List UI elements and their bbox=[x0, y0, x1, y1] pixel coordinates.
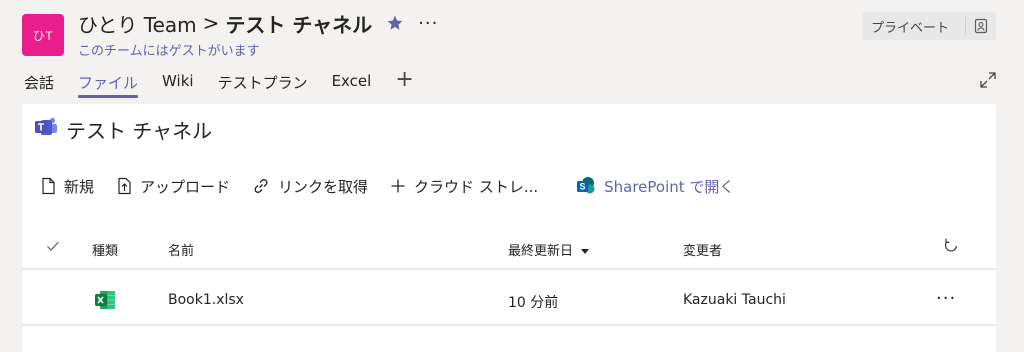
column-type[interactable]: 種類 bbox=[92, 240, 118, 259]
privacy-label: プライベート bbox=[871, 20, 950, 36]
tab-excel[interactable]: Excel bbox=[332, 68, 372, 100]
header-divider bbox=[22, 268, 996, 270]
plus-icon bbox=[391, 179, 405, 193]
expand-icon[interactable] bbox=[978, 70, 998, 90]
column-modified[interactable]: 最終更新日 bbox=[508, 240, 590, 259]
row-divider bbox=[22, 324, 996, 326]
select-all-checkmark-icon[interactable] bbox=[46, 239, 60, 257]
svg-text:S: S bbox=[580, 182, 586, 192]
link-icon bbox=[254, 179, 268, 193]
tab-test-plan[interactable]: テストプラン bbox=[218, 68, 308, 100]
channel-more-button[interactable]: ··· bbox=[418, 13, 438, 34]
favorite-star-icon[interactable] bbox=[386, 14, 404, 32]
privacy-button[interactable]: プライベート bbox=[862, 12, 996, 40]
excel-icon bbox=[94, 289, 116, 315]
table-row[interactable]: Book1.xlsx 10 分前 Kazuaki Tauchi ··· bbox=[22, 280, 996, 324]
files-title-text: テスト チャネル bbox=[66, 118, 213, 143]
sort-down-icon bbox=[581, 249, 590, 254]
tab-files[interactable]: ファイル bbox=[78, 68, 139, 100]
open-in-sharepoint-label: SharePoint で開く bbox=[604, 177, 735, 196]
file-name[interactable]: Book1.xlsx bbox=[168, 292, 244, 308]
team-avatar[interactable]: ひT bbox=[22, 14, 64, 56]
get-link-button[interactable]: リンクを取得 bbox=[252, 176, 368, 197]
command-bar: 新規 アップロード リンクを取得 クラウド ストレ... S SharePoin… bbox=[40, 174, 756, 198]
team-name[interactable]: ひとり Team bbox=[78, 9, 197, 38]
team-info-icon[interactable] bbox=[966, 18, 996, 34]
upload-label: アップロード bbox=[140, 177, 231, 196]
file-list-header: 種類 名前 最終更新日 変更者 bbox=[22, 228, 996, 268]
add-tab-button[interactable]: + bbox=[395, 66, 413, 94]
new-button[interactable]: 新規 bbox=[40, 176, 94, 197]
column-modified-label: 最終更新日 bbox=[508, 244, 574, 259]
refresh-icon[interactable] bbox=[942, 237, 960, 259]
add-cloud-storage-label: クラウド ストレ... bbox=[414, 177, 539, 196]
get-link-label: リンクを取得 bbox=[278, 177, 369, 196]
add-cloud-storage-button[interactable]: クラウド ストレ... bbox=[390, 176, 538, 197]
column-name[interactable]: 名前 bbox=[168, 240, 194, 259]
column-modified-by[interactable]: 変更者 bbox=[683, 240, 722, 259]
upload-button[interactable]: アップロード bbox=[116, 176, 230, 197]
open-in-sharepoint-button[interactable]: S SharePoint で開く bbox=[576, 176, 734, 197]
channel-name: テスト チャネル bbox=[225, 12, 373, 37]
tab-wiki[interactable]: Wiki bbox=[162, 68, 194, 100]
channel-tabs: 会話 ファイル Wiki テストプラン Excel + bbox=[24, 66, 414, 100]
new-label: 新規 bbox=[64, 177, 95, 196]
breadcrumb-separator: > bbox=[202, 11, 220, 35]
upload-icon bbox=[118, 177, 131, 195]
row-more-button[interactable]: ··· bbox=[936, 288, 956, 309]
breadcrumb: ひとり Team > テスト チャネル ··· bbox=[78, 8, 438, 38]
files-title: テスト チャネル bbox=[34, 115, 213, 143]
file-modified: 10 分前 bbox=[508, 295, 559, 311]
teams-logo-icon bbox=[34, 115, 58, 143]
new-file-icon bbox=[42, 177, 55, 195]
tab-conversations[interactable]: 会話 bbox=[24, 68, 54, 100]
files-panel: テスト チャネル 新規 アップロード リンクを取得 クラウド ストレ... S … bbox=[22, 104, 996, 352]
file-modified-by: Kazuaki Tauchi bbox=[683, 292, 786, 308]
guest-notice: このチームにはゲストがいます bbox=[78, 44, 260, 59]
sharepoint-icon: S bbox=[577, 177, 595, 194]
